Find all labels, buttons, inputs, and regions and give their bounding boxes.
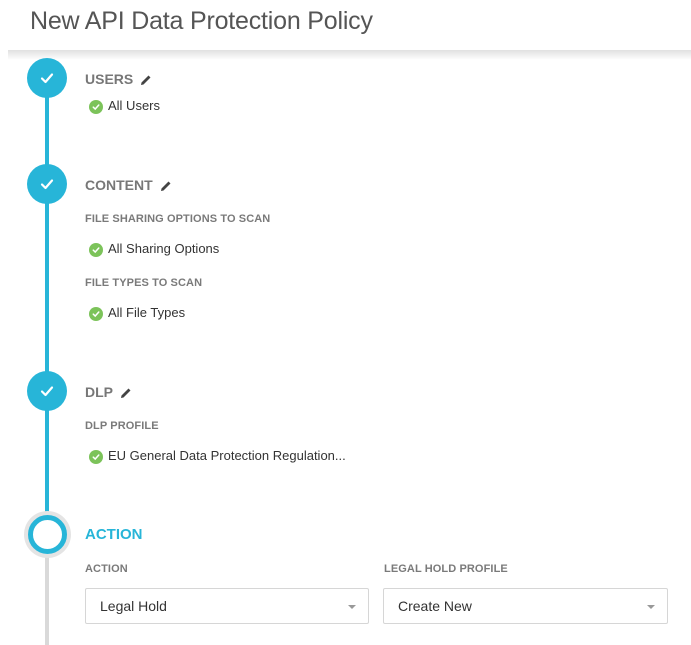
step-content-check-icon — [27, 164, 67, 204]
file-types-label: FILE TYPES TO SCAN — [85, 277, 203, 289]
step-dlp-check-icon — [27, 371, 67, 411]
step-action-title: ACTION — [85, 526, 143, 543]
legal-hold-profile-select[interactable]: Create New — [383, 588, 668, 624]
check-circle-icon — [89, 100, 103, 114]
edit-dlp-pencil-icon[interactable] — [120, 386, 132, 398]
dlp-profile-label: DLP PROFILE — [85, 420, 159, 432]
edit-content-pencil-icon[interactable] — [160, 179, 172, 191]
timeline-pending-line — [45, 550, 49, 645]
file-sharing-label: FILE SHARING OPTIONS TO SCAN — [85, 213, 271, 225]
action-label: ACTION — [85, 563, 128, 575]
check-circle-icon — [89, 450, 103, 464]
step-action-heading: ACTION — [85, 526, 143, 543]
check-circle-icon — [89, 307, 103, 321]
timeline-completed-line — [45, 60, 49, 540]
users-value: All Users — [108, 98, 161, 113]
caret-down-icon — [348, 605, 356, 609]
list-item: EU General Data Protection Regulation... — [89, 447, 346, 464]
file-types-value: All File Types — [108, 305, 186, 320]
step-users-title: USERS — [85, 71, 134, 87]
header-shadow — [8, 50, 691, 60]
step-content-heading: CONTENT — [85, 177, 172, 193]
dlp-profile-value: EU General Data Protection Regulation... — [108, 448, 346, 463]
file-sharing-value: All Sharing Options — [108, 241, 220, 256]
legal-hold-profile-label: LEGAL HOLD PROFILE — [384, 563, 508, 575]
check-circle-icon — [89, 243, 103, 257]
step-content-title: CONTENT — [85, 177, 153, 193]
caret-down-icon — [647, 605, 655, 609]
list-item: All Sharing Options — [89, 240, 219, 257]
legal-hold-profile-value: Create New — [398, 598, 472, 614]
action-select-value: Legal Hold — [100, 598, 167, 614]
step-dlp-heading: DLP — [85, 384, 132, 400]
edit-users-pencil-icon[interactable] — [140, 73, 152, 85]
step-dlp-title: DLP — [85, 384, 113, 400]
step-action-current-icon — [28, 515, 67, 554]
step-users-check-icon — [27, 58, 67, 98]
page-title: New API Data Protection Policy — [30, 7, 373, 35]
action-select[interactable]: Legal Hold — [85, 588, 369, 624]
step-users-heading: USERS — [85, 71, 152, 87]
list-item: All File Types — [89, 304, 185, 321]
list-item: All Users — [89, 97, 160, 114]
